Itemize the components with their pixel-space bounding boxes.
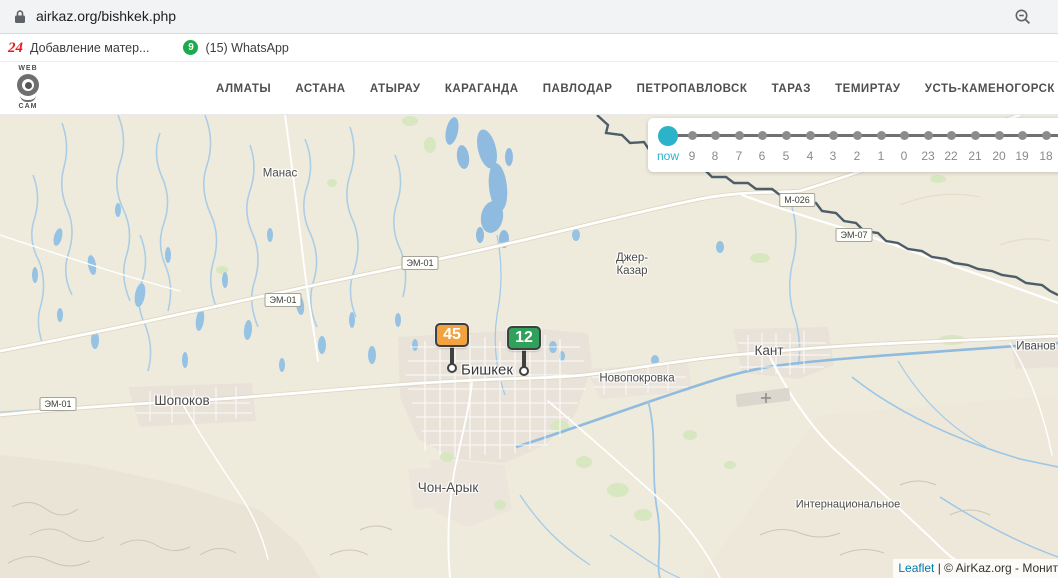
time-slider[interactable]: now 9 8 7 6 5 4 3 2 1 0 23 22 21 20 19 1…	[648, 118, 1058, 172]
nav-taraz[interactable]: ТАРАЗ	[772, 83, 811, 95]
logo-word-bottom: CAM	[10, 103, 46, 111]
camera-lens-icon	[17, 74, 39, 96]
slider-tick-label: 18	[1031, 149, 1058, 163]
city-nav: АЛМАТЫ АСТАНА АТЫРАУ КАРАГАНДА ПАВЛОДАР …	[216, 62, 1055, 115]
address-bar[interactable]: airkaz.org/bishkek.php	[0, 0, 1058, 34]
nav-almaty[interactable]: АЛМАТЫ	[216, 83, 271, 95]
site-header: WEB CAM АЛМАТЫ АСТАНА АТЫРАУ КАРАГАНДА П…	[0, 62, 1058, 115]
zoom-out-icon[interactable]	[1014, 8, 1032, 31]
nav-ust-kamenogorsk[interactable]: УСТЬ-КАМЕНОГОРСК	[925, 83, 1055, 95]
nav-astana[interactable]: АСТАНА	[295, 83, 345, 95]
bookmark-label: (15) WhatsApp	[205, 41, 288, 55]
whatsapp-badge-icon: 9	[183, 40, 198, 55]
nav-pavlodar[interactable]: ПАВЛОДАР	[543, 83, 613, 95]
road-badge-m026: М-026	[779, 193, 815, 207]
map-label-kant: Кант	[754, 343, 783, 359]
road-badge-em01: ЭМ-01	[402, 256, 439, 270]
road-badge-em01: ЭМ-01	[265, 293, 302, 307]
nav-petropavlovsk[interactable]: ПЕТРОПАВЛОВСК	[637, 83, 748, 95]
aqi-value-badge[interactable]: 12	[507, 326, 541, 350]
24kg-favicon-icon: 24	[8, 40, 23, 56]
map-label-novopokrovka: Новопокровка	[599, 372, 674, 385]
road-badge-em01: ЭМ-01	[40, 397, 77, 411]
bookmark-dobavlenie[interactable]: 24 Добавление матер...	[8, 40, 149, 56]
nav-karaganda[interactable]: КАРАГАНДА	[445, 83, 519, 95]
map-label-dzher-kazar: Джер- Казар	[616, 252, 648, 278]
aqi-value-badge[interactable]: 45	[435, 323, 469, 347]
slider-tick-18[interactable]: 18	[1031, 124, 1058, 163]
slider-handle[interactable]	[658, 126, 678, 146]
map-label-bishkek: Бишкек	[461, 361, 513, 378]
map-container[interactable]: Манас Джер- Казар Кант Новопокровка Шопо…	[0, 115, 1058, 578]
map-label-chon-aryk: Чон-Арык	[418, 480, 479, 496]
browser-window: airkaz.org/bishkek.php 24 Добавление мат…	[0, 0, 1058, 584]
camera-stand-icon	[20, 95, 36, 102]
marker-stem	[522, 350, 526, 367]
marker-anchor-dot	[519, 366, 529, 376]
map-label-shopokov: Шопоков	[154, 393, 209, 409]
nav-atyrau[interactable]: АТЫРАУ	[370, 83, 421, 95]
bookmark-label: Добавление матер...	[30, 41, 149, 55]
leaflet-link[interactable]: Leaflet	[898, 561, 934, 575]
map-label-internatsionalnoye: Интернациональное	[796, 499, 901, 512]
bookmark-whatsapp[interactable]: 9 (15) WhatsApp	[183, 40, 288, 55]
logo-word-top: WEB	[10, 65, 46, 73]
lock-icon	[14, 9, 26, 29]
nav-temirtau[interactable]: ТЕМИРТАУ	[835, 83, 900, 95]
map-label-manas: Манас	[263, 167, 298, 180]
map-label-ivanov: Иванов	[1016, 340, 1056, 353]
marker-anchor-dot	[447, 363, 457, 373]
webcam-logo[interactable]: WEB CAM	[10, 65, 46, 111]
bookmarks-bar: 24 Добавление матер... 9 (15) WhatsApp	[0, 34, 1058, 62]
url-text[interactable]: airkaz.org/bishkek.php	[36, 8, 176, 24]
attribution-text: | © AirKaz.org - Монит	[934, 561, 1058, 575]
map-attribution: Leaflet | © AirKaz.org - Монит	[893, 559, 1058, 578]
marker-stem	[450, 347, 454, 364]
road-badge-em07: ЭМ-07	[836, 228, 873, 242]
